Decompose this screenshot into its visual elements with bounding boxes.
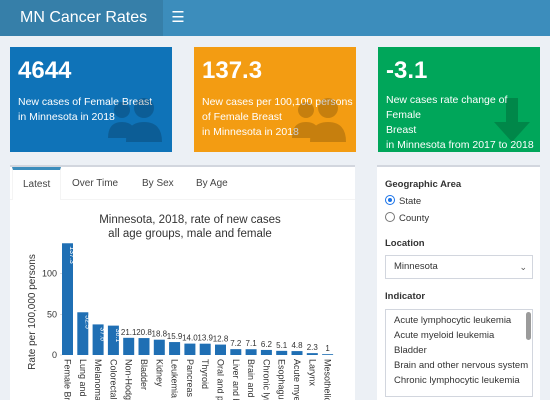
bar-value-label: 15.9: [167, 332, 183, 341]
chart-bar: [138, 338, 150, 355]
x-tick-label: Acute myelo: [292, 359, 302, 400]
chart-bar: [199, 343, 211, 355]
value-box-number: 137.3: [202, 57, 263, 84]
x-tick-label: Lung and: [78, 359, 88, 397]
chart-bar: [230, 349, 242, 355]
users-icon: [292, 98, 346, 142]
y-axis-label: Rate per 100,000 persons: [27, 254, 38, 370]
x-tick-label: Oral and ph: [216, 359, 226, 400]
chart-bar: [291, 351, 303, 355]
bar-value-label: 1: [325, 344, 330, 353]
value-box-rate-change: -3.1 New cases rate change of Female Bre…: [378, 47, 540, 152]
location-label: Location: [385, 238, 425, 249]
x-tick-label: Colorectal: [108, 359, 118, 400]
x-tick-label: Liver and bi: [231, 359, 241, 400]
radio-label: State: [399, 196, 422, 207]
radio-label: County: [399, 213, 430, 224]
y-tick-label: 100: [42, 269, 57, 279]
value-box-rate: 137.3 New cases per 100,100 persons of F…: [194, 47, 356, 152]
indicator-option[interactable]: Bladder: [386, 343, 532, 358]
indicator-option[interactable]: Chronic lymphocytic leukemia: [386, 373, 532, 388]
bar-value-label: 7.1: [246, 339, 258, 348]
bar-value-label: 14.0: [182, 334, 198, 343]
x-tick-label: Esophagus: [277, 359, 287, 400]
x-tick-label: Mesothelion: [323, 359, 333, 400]
radio-county[interactable]: County: [385, 212, 429, 226]
value-box-number: -3.1: [386, 57, 428, 84]
users-icon: [108, 98, 162, 142]
bar-value-label: 36.1: [114, 329, 121, 343]
location-select[interactable]: Minnesota ⌄: [385, 255, 533, 279]
bar-value-label: 4.8: [291, 341, 303, 350]
x-tick-label: Chronic lym: [261, 359, 271, 400]
radio-state[interactable]: State: [385, 195, 421, 209]
arrow-down-icon: [494, 98, 530, 142]
tab-by-age[interactable]: By Age: [186, 167, 238, 200]
chart-bar: [260, 349, 272, 355]
x-tick-label: Female Breas: [63, 359, 73, 400]
bar-value-label: 21.1: [121, 328, 137, 337]
app-title[interactable]: MN Cancer Rates: [0, 0, 163, 36]
chevron-down-icon: ⌄: [519, 262, 527, 272]
value-box-number: 4644: [18, 57, 72, 84]
indicator-option[interactable]: Acute lymphocytic leukemia: [386, 313, 532, 328]
top-navbar: MN Cancer Rates ☰: [0, 0, 550, 36]
bar-value-label: 18.8: [152, 330, 168, 339]
geographic-area-label: Geographic Area: [385, 179, 462, 190]
x-tick-label: Kidney: [154, 359, 164, 387]
chart-bar: [123, 337, 135, 355]
x-tick-label: Brain and o: [246, 359, 256, 400]
tab-by-sex[interactable]: By Sex: [132, 167, 184, 200]
chart-tabbox: Latest Over Time By Sex By Age Minnesota…: [10, 165, 355, 400]
value-box-new-cases: 4644 New cases of Female Breast in Minne…: [10, 47, 172, 152]
bar-value-label: 12.8: [213, 335, 229, 344]
x-tick-label: Non-Hodgki: [124, 359, 134, 400]
indicator-option[interactable]: Acute myeloid leukemia: [386, 328, 532, 343]
tab-bar: Latest Over Time By Sex By Age: [10, 167, 355, 200]
bar-value-label: 52.5: [83, 315, 90, 329]
x-tick-label: Larynx: [307, 359, 317, 387]
tab-latest[interactable]: Latest: [12, 167, 62, 200]
scrollbar-thumb[interactable]: [526, 312, 531, 340]
bar-value-label: 137.3: [68, 246, 75, 264]
chart-plot: Rate per 100,000 persons 0 50 100 137.3 Fema…: [27, 243, 334, 400]
filter-panel: Geographic Area State County Location Mi…: [377, 165, 540, 400]
chart-bar: [184, 343, 196, 355]
indicator-listbox[interactable]: Acute lymphocytic leukemia Acute myeloid…: [385, 309, 533, 397]
bar-value-label: 13.9: [197, 334, 213, 343]
radio-button-selected[interactable]: [385, 195, 395, 205]
tab-over-time[interactable]: Over Time: [62, 167, 128, 200]
x-tick-label: Leukemia: [170, 359, 180, 398]
indicator-option[interactable]: Brain and other nervous system: [386, 358, 532, 373]
x-tick-label: Thyroid: [200, 359, 210, 389]
chart-bar: [306, 353, 318, 355]
hamburger-icon[interactable]: ☰: [168, 8, 188, 28]
bar-value-label: 37.6: [99, 327, 106, 341]
x-tick-label: Melanoma: [93, 359, 103, 400]
y-tick-label: 50: [47, 309, 57, 319]
radio-button[interactable]: [385, 212, 395, 222]
bar-value-label: 6.2: [261, 340, 273, 349]
indicator-label: Indicator: [385, 291, 426, 302]
bar-chart: Minnesota, 2018, rate of new cases all a…: [10, 200, 355, 400]
chart-bar: [245, 349, 257, 355]
location-select-value: Minnesota: [394, 261, 438, 272]
chart-bar: [215, 344, 226, 355]
x-tick-label: Pancreas: [185, 359, 195, 398]
x-tick-label: Bladder: [139, 359, 149, 390]
chart-bar: [153, 339, 165, 355]
chart-bar: [322, 354, 334, 355]
chart-bar: [276, 350, 288, 355]
chart-bar: [169, 342, 181, 355]
bar-value-label: 5.1: [276, 341, 288, 350]
y-tick-label: 0: [52, 350, 57, 360]
bar-value-label: 20.8: [136, 328, 152, 337]
bar-value-label: 7.2: [230, 339, 242, 348]
bar-value-label: 2.3: [307, 343, 319, 352]
